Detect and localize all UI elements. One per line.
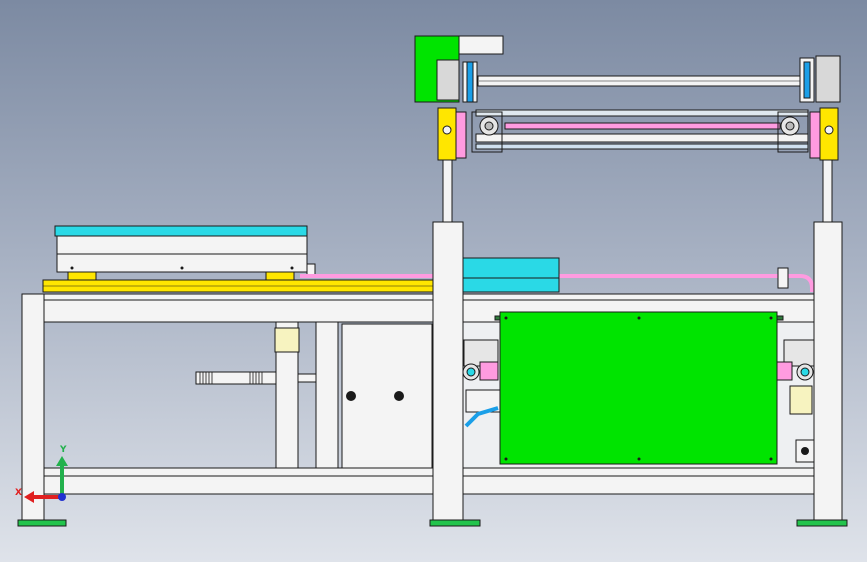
green-control-panel — [499, 311, 778, 465]
right-end-block — [815, 55, 841, 103]
foot-mid — [429, 519, 481, 527]
machine-drawing: Y X — [15, 35, 848, 527]
y-axis-label: Y — [59, 445, 67, 455]
frame-column-right — [813, 221, 843, 523]
cyan-carriage-top — [462, 257, 560, 279]
frame-leg-left — [21, 293, 45, 523]
vertical-post-b — [315, 321, 339, 469]
cad-viewport[interactable]: Y X — [0, 0, 867, 562]
foot-left — [17, 519, 67, 527]
gantry-rail-lower — [475, 133, 809, 143]
gantry-post-right — [822, 157, 833, 225]
cabinet-area — [195, 321, 433, 469]
gantry-assembly — [414, 35, 841, 225]
foot-right — [796, 519, 848, 527]
cyan-plate-top — [54, 225, 308, 237]
gantry-post-left — [442, 157, 453, 225]
frame-bottom-beam — [21, 467, 843, 495]
frame-column-mid — [432, 221, 464, 523]
door-knob-left — [346, 391, 356, 401]
cyan-carriage-bottom — [462, 277, 560, 293]
motor-cap — [458, 35, 504, 55]
gantry-pink-rod — [504, 122, 781, 130]
left-conveyor — [42, 225, 814, 293]
light-yellow-block — [274, 327, 300, 353]
door-knob-right — [394, 391, 404, 401]
x-axis-label: X — [15, 488, 22, 498]
horizontal-cylinder — [195, 371, 277, 385]
z-axis-dot — [58, 493, 66, 501]
gantry-rail-upper — [475, 109, 809, 117]
